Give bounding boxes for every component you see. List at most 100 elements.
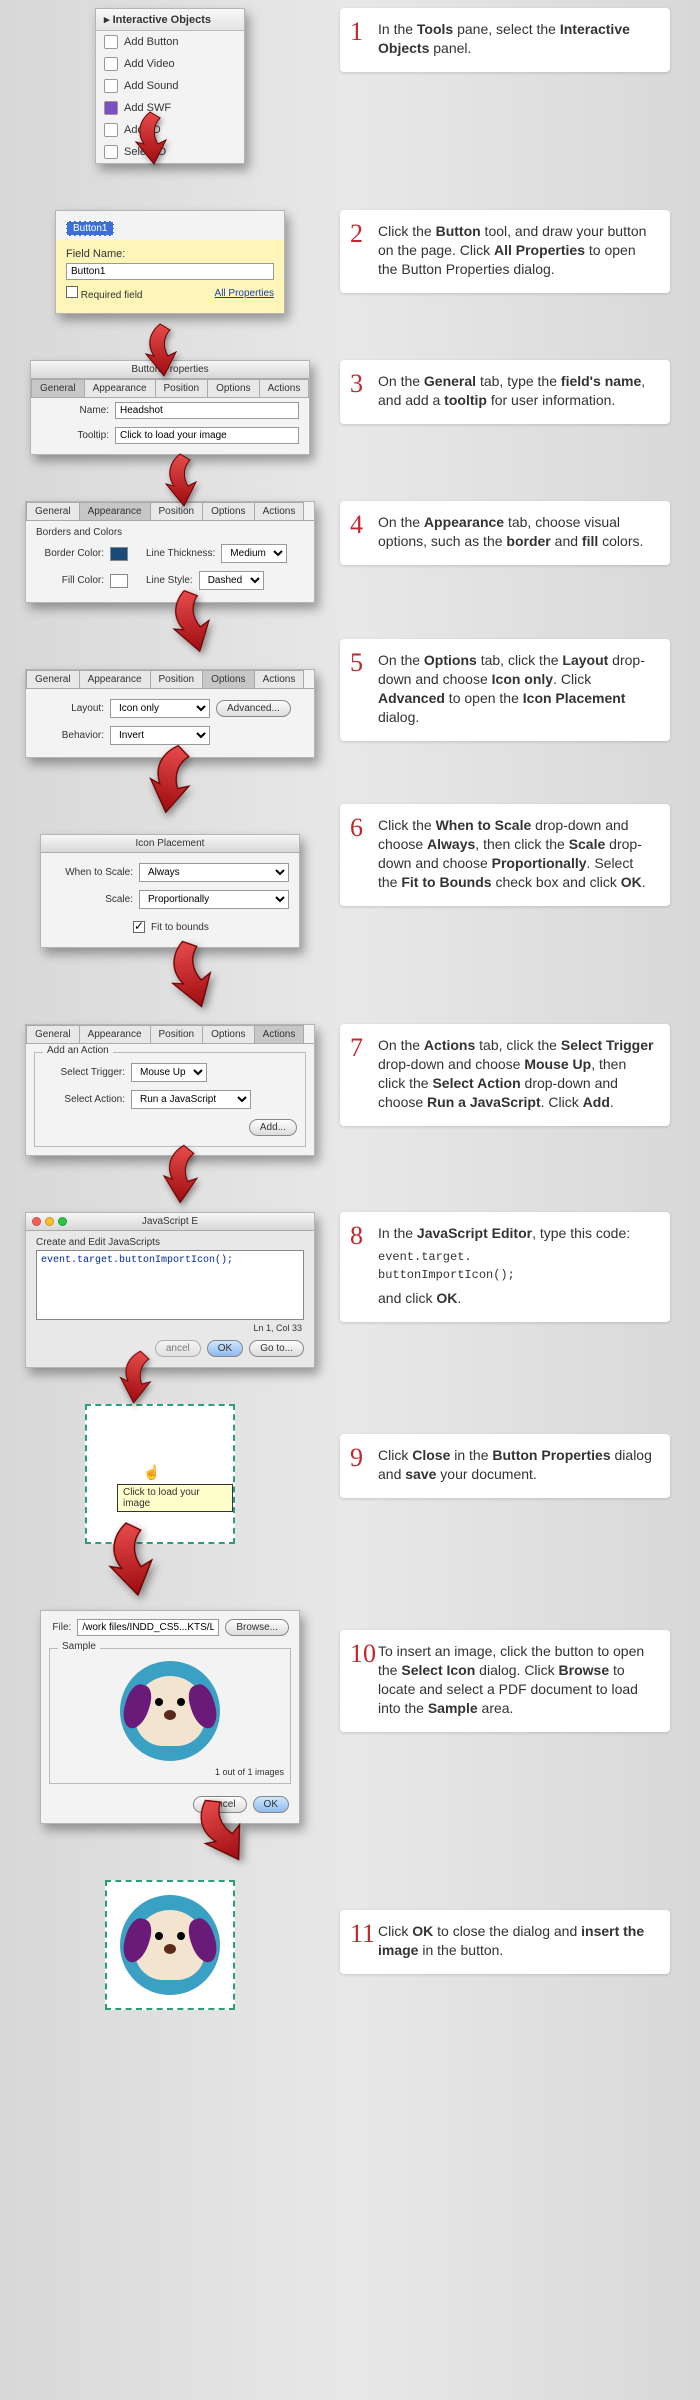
arrow-icon [154, 1140, 211, 1208]
layout-select[interactable]: Icon only [110, 699, 210, 718]
step-number: 2 [350, 216, 363, 251]
tab-general[interactable]: General [26, 670, 80, 688]
tab-position[interactable]: Position [155, 379, 209, 397]
required-checkbox[interactable] [66, 286, 78, 298]
step-3-text: 3 On the General tab, type the field's n… [340, 360, 670, 424]
3d-icon [104, 123, 118, 137]
tooltip-input[interactable] [115, 427, 299, 444]
select-icon [104, 145, 118, 159]
tab-position[interactable]: Position [150, 1025, 204, 1043]
field-name-panel: Button1 Field Name: Required field All P… [55, 210, 285, 314]
tab-appearance[interactable]: Appearance [79, 670, 151, 688]
arrow-icon [140, 322, 184, 378]
tab-actions[interactable]: Actions [254, 502, 305, 520]
border-color-swatch[interactable] [110, 547, 128, 561]
button-with-image[interactable] [105, 1880, 235, 2010]
add-button[interactable]: Add... [249, 1119, 297, 1136]
dialog-title: Icon Placement [136, 838, 205, 849]
tab-appearance[interactable]: Appearance [79, 502, 151, 520]
step-number: 8 [350, 1218, 363, 1253]
tab-general[interactable]: General [26, 502, 80, 520]
field-name-input[interactable] [66, 263, 274, 280]
tab-options[interactable]: Options [202, 1025, 254, 1043]
hand-cursor-icon: ☝ [143, 1464, 160, 1481]
tooltip-preview: Click to load your image [117, 1484, 233, 1512]
browse-button[interactable]: Browse... [225, 1619, 289, 1636]
ok-button[interactable]: OK [253, 1796, 289, 1813]
button-image [120, 1895, 220, 1995]
button-icon [104, 35, 118, 49]
step-1-text: 1 In the Tools pane, select the Interact… [340, 8, 670, 72]
javascript-editor-dialog: JavaScript E Create and Edit JavaScripts… [25, 1212, 315, 1368]
fit-to-bounds-checkbox[interactable] [133, 921, 145, 933]
scale-select[interactable]: Proportionally [139, 890, 289, 909]
step-4-text: 4 On the Appearance tab, choose visual o… [340, 501, 670, 565]
file-path-input[interactable] [77, 1619, 219, 1636]
goto-button[interactable]: Go to... [249, 1340, 304, 1357]
trigger-select[interactable]: Mouse Up [131, 1063, 207, 1082]
arrow-icon [160, 452, 204, 508]
step-number: 1 [350, 14, 363, 49]
panel-title: Interactive Objects [113, 14, 211, 26]
select-icon-dialog: File: Browse... Sample 1 out of 1 images… [40, 1610, 300, 1824]
final-button-preview [105, 1880, 235, 2010]
thickness-select[interactable]: Medium [221, 544, 287, 563]
section-title: Borders and Colors [26, 521, 314, 540]
step-11-text: 11 Click OK to close the dialog and inse… [340, 1910, 670, 1974]
tabs: General Appearance Position Options Acti… [31, 379, 309, 398]
menu-add-button[interactable]: Add Button [96, 31, 244, 53]
advanced-button[interactable]: Advanced... [216, 700, 291, 717]
swf-icon [104, 101, 118, 115]
step-number: 7 [350, 1030, 363, 1065]
tab-actions[interactable]: Actions [254, 1025, 305, 1043]
arrow-icon [130, 110, 174, 166]
dialog-title: JavaScript E [142, 1216, 198, 1227]
step-8-text: 8 In the JavaScript Editor, type this co… [340, 1212, 670, 1322]
step-number: 11 [350, 1916, 375, 1951]
step-6-text: 6 Click the When to Scale drop-down and … [340, 804, 670, 906]
tab-general[interactable]: General [31, 379, 85, 397]
arrow-icon [160, 583, 224, 658]
step-2-text: 2 Click the Button tool, and draw your b… [340, 210, 670, 293]
tab-appearance[interactable]: Appearance [79, 1025, 151, 1043]
menu-add-video[interactable]: Add Video [96, 53, 244, 75]
code-line-2: buttonImportIcon(); [378, 1267, 654, 1283]
tab-options[interactable]: Options [202, 670, 254, 688]
actions-panel: General Appearance Position Options Acti… [25, 1024, 315, 1156]
field-name-label: Field Name: [66, 248, 274, 260]
step-7-text: 7 On the Actions tab, click the Select T… [340, 1024, 670, 1126]
tooltip-label: Tooltip: [41, 430, 109, 441]
code-line-1: event.target. [378, 1249, 654, 1265]
step-number: 3 [350, 366, 363, 401]
sound-icon [104, 79, 118, 93]
ok-button[interactable]: OK [207, 1340, 243, 1357]
step-5-text: 5 On the Options tab, click the Layout d… [340, 639, 670, 741]
step-number: 4 [350, 507, 363, 542]
arrow-icon [98, 1517, 166, 1600]
tab-options[interactable]: Options [202, 502, 254, 520]
tab-general[interactable]: General [26, 1025, 80, 1043]
sample-image [120, 1661, 220, 1761]
code-textarea[interactable]: event.target.buttonImportIcon(); [36, 1250, 304, 1320]
step-number: 10 [350, 1636, 376, 1671]
tab-position[interactable]: Position [150, 670, 204, 688]
step-number: 6 [350, 810, 363, 845]
menu-add-sound[interactable]: Add Sound [96, 75, 244, 97]
tab-actions[interactable]: Actions [259, 379, 310, 397]
step-number: 5 [350, 645, 363, 680]
tab-actions[interactable]: Actions [254, 670, 305, 688]
when-to-scale-select[interactable]: Always [139, 863, 289, 882]
name-input[interactable] [115, 402, 299, 419]
fill-color-swatch[interactable] [110, 574, 128, 588]
name-label: Name: [41, 405, 109, 416]
all-properties-link[interactable]: All Properties [215, 288, 274, 299]
selected-button-token[interactable]: Button1 [66, 221, 114, 236]
appearance-panel: General Appearance Position Options Acti… [25, 501, 315, 603]
tab-options[interactable]: Options [207, 379, 259, 397]
action-select[interactable]: Run a JavaScript [131, 1090, 251, 1109]
step-10-text: 10 To insert an image, click the button … [340, 1630, 670, 1732]
step-number: 9 [350, 1440, 363, 1475]
video-icon [104, 57, 118, 71]
tab-appearance[interactable]: Appearance [84, 379, 156, 397]
icon-placement-dialog: Icon Placement When to Scale: Always Sca… [40, 834, 300, 948]
